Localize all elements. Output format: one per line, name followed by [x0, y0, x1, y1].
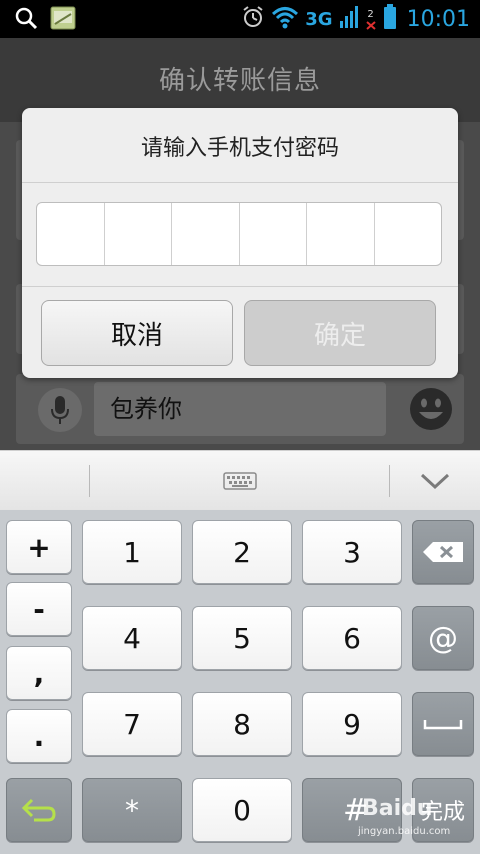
baidu-watermark: Baidu jingyan.baidu.com — [352, 796, 472, 850]
dialog-title: 请输入手机支付密码 — [140, 136, 339, 161]
chevron-down-icon — [420, 473, 450, 490]
key-3[interactable]: 3 — [302, 520, 402, 584]
wifi-icon — [271, 5, 299, 33]
dialog-divider — [22, 182, 458, 183]
keyboard-switch-button[interactable] — [200, 465, 280, 497]
password-input[interactable] — [36, 202, 442, 266]
network-type-label: 3G — [305, 8, 333, 30]
microphone-button[interactable] — [38, 388, 82, 432]
keyboard-toolbar — [0, 450, 480, 511]
password-digit-cell[interactable] — [375, 203, 442, 265]
key-9[interactable]: 9 — [302, 692, 402, 756]
key-at[interactable]: @ — [412, 606, 474, 670]
watermark-url: jingyan.baidu.com — [358, 826, 451, 837]
hide-keyboard-button[interactable] — [404, 461, 466, 501]
toolbar-divider — [89, 465, 90, 497]
key-8[interactable]: 8 — [192, 692, 292, 756]
message-input[interactable]: 包养你 — [94, 382, 386, 436]
key-6[interactable]: 6 — [302, 606, 402, 670]
search-icon — [14, 6, 38, 34]
key-2[interactable]: 2 — [192, 520, 292, 584]
message-row: 包养你 — [16, 374, 464, 444]
key-7[interactable]: 7 — [82, 692, 182, 756]
space-key[interactable] — [412, 692, 474, 756]
key-minus[interactable]: - — [6, 582, 72, 636]
sim2-signal-icon: 2 — [365, 9, 377, 30]
backspace-icon — [423, 542, 463, 562]
key-comma[interactable]: , — [6, 646, 72, 700]
password-digit-cell[interactable] — [172, 203, 240, 265]
password-digit-cell[interactable] — [105, 203, 172, 265]
emoji-button[interactable] — [408, 386, 454, 432]
password-digit-cell[interactable] — [307, 203, 375, 265]
key-1[interactable]: 1 — [82, 520, 182, 584]
dialog-divider — [22, 286, 458, 287]
key-plus[interactable]: + — [6, 520, 72, 574]
return-arrow-icon — [21, 798, 56, 822]
watermark-brand: Baidu — [362, 796, 433, 821]
space-icon — [423, 720, 463, 730]
password-digit-cell[interactable] — [240, 203, 307, 265]
backspace-key[interactable] — [412, 520, 474, 584]
app-notification-icon — [50, 6, 76, 34]
page-title: 确认转账信息 — [158, 66, 321, 96]
signal-strength-icon — [339, 5, 359, 33]
confirm-button[interactable]: 确定 — [244, 300, 436, 366]
back-key[interactable] — [6, 778, 72, 842]
numeric-keyboard: + - , . 1 2 3 4 5 6 7 8 9 * 0 # @ 完成 Bai… — [0, 510, 480, 854]
smiley-icon — [410, 388, 452, 430]
key-5[interactable]: 5 — [192, 606, 292, 670]
keyboard-icon — [223, 472, 257, 490]
alarm-icon — [241, 5, 265, 33]
key-asterisk[interactable]: * — [82, 778, 182, 842]
password-digit-cell[interactable] — [37, 203, 105, 265]
key-period[interactable]: . — [6, 709, 72, 763]
key-4[interactable]: 4 — [82, 606, 182, 670]
cancel-button[interactable]: 取消 — [41, 300, 233, 366]
key-0[interactable]: 0 — [192, 778, 292, 842]
status-bar: 3G 2 10:01 — [0, 0, 480, 38]
microphone-icon — [51, 396, 69, 424]
clock: 10:01 — [406, 6, 470, 32]
payment-password-dialog: 请输入手机支付密码 取消 确定 — [22, 108, 458, 378]
battery-icon — [383, 4, 397, 34]
toolbar-divider — [389, 465, 390, 497]
